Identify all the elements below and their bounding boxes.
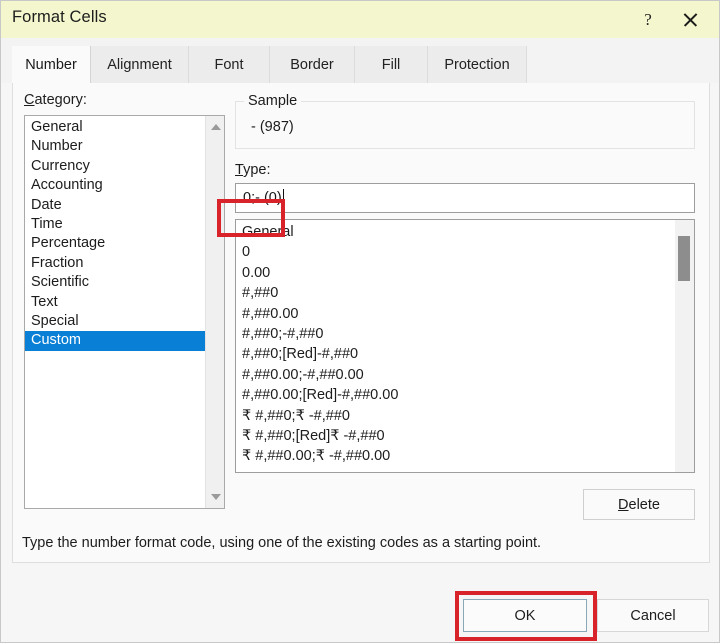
- category-item-text[interactable]: Text: [25, 293, 205, 312]
- type-label-accel: T: [235, 162, 243, 178]
- tab-label: Alignment: [107, 57, 171, 73]
- hint-text: Type the number format code, using one o…: [22, 535, 541, 551]
- tab-list: Number Alignment Font Border Fill Protec…: [12, 46, 527, 83]
- type-item-general[interactable]: General: [236, 222, 666, 242]
- type-item-neg-dash[interactable]: #,##0;-#,##0: [236, 324, 666, 344]
- ok-button-label: OK: [515, 608, 536, 624]
- category-label: Category:: [24, 92, 87, 108]
- close-icon: [682, 11, 699, 28]
- type-input-value-wrap: 0;- (0): [243, 189, 284, 206]
- tab-protection[interactable]: Protection: [428, 46, 527, 83]
- title-bar: Format Cells ?: [1, 1, 720, 39]
- dialog-title: Format Cells: [12, 8, 107, 27]
- tab-label: Protection: [444, 57, 509, 73]
- category-item-number[interactable]: Number: [25, 137, 205, 156]
- type-label: Type:: [235, 162, 270, 178]
- type-item-neg-red[interactable]: #,##0;[Red]-#,##0: [236, 344, 666, 364]
- category-item-custom[interactable]: Custom: [25, 331, 205, 350]
- triangle-down-icon: [211, 494, 221, 500]
- tab-label: Font: [214, 57, 243, 73]
- tab-label: Number: [25, 57, 77, 73]
- category-label-accel: C: [24, 92, 34, 108]
- sample-value: - (987): [251, 119, 294, 135]
- ok-button[interactable]: OK: [463, 599, 587, 632]
- type-item-currency-red[interactable]: ₹ #,##0;[Red]₹ -#,##0: [236, 426, 666, 446]
- category-list: General Number Currency Accounting Date …: [25, 118, 205, 351]
- type-item-thousand-2dp[interactable]: #,##0.00: [236, 304, 666, 324]
- delete-button[interactable]: Delete: [583, 489, 695, 520]
- type-list: General 0 0.00 #,##0 #,##0.00 #,##0;-#,#…: [236, 222, 666, 467]
- scroll-up-button[interactable]: [206, 118, 225, 136]
- delete-accel: D: [618, 497, 628, 513]
- category-item-scientific[interactable]: Scientific: [25, 273, 205, 292]
- category-item-time[interactable]: Time: [25, 215, 205, 234]
- delete-button-label: Delete: [618, 497, 660, 513]
- type-item-neg-dash-2dp[interactable]: #,##0.00;-#,##0.00: [236, 365, 666, 385]
- scroll-down-button[interactable]: [206, 488, 225, 506]
- text-caret: [283, 189, 284, 204]
- type-item-thousand[interactable]: #,##0: [236, 283, 666, 303]
- category-item-percentage[interactable]: Percentage: [25, 234, 205, 253]
- type-item-currency-2dp[interactable]: ₹ #,##0.00;₹ -#,##0.00: [236, 446, 666, 466]
- category-item-fraction[interactable]: Fraction: [25, 254, 205, 273]
- help-button[interactable]: ?: [627, 1, 669, 38]
- tab-border[interactable]: Border: [270, 46, 355, 83]
- category-listbox[interactable]: General Number Currency Accounting Date …: [24, 115, 225, 509]
- type-listbox[interactable]: General 0 0.00 #,##0 #,##0.00 #,##0;-#,#…: [235, 219, 695, 473]
- type-list-scroll-thumb[interactable]: [678, 236, 690, 281]
- category-item-date[interactable]: Date: [25, 196, 205, 215]
- type-item-neg-red-2dp[interactable]: #,##0.00;[Red]-#,##0.00: [236, 385, 666, 405]
- close-button[interactable]: [669, 1, 711, 38]
- category-item-accounting[interactable]: Accounting: [25, 176, 205, 195]
- category-scrollbar[interactable]: [205, 116, 224, 508]
- type-item-0-00[interactable]: 0.00: [236, 263, 666, 283]
- number-tab-panel: Category: General Number Currency Accoun…: [12, 83, 710, 563]
- type-input[interactable]: 0;- (0): [235, 183, 695, 213]
- type-item-0[interactable]: 0: [236, 242, 666, 262]
- format-cells-dialog: Format Cells ? Number Alignment Font Bor…: [0, 0, 720, 643]
- cancel-button[interactable]: Cancel: [597, 599, 709, 632]
- type-item-currency[interactable]: ₹ #,##0;₹ -#,##0: [236, 406, 666, 426]
- tab-label: Border: [290, 57, 334, 73]
- tab-fill[interactable]: Fill: [355, 46, 428, 83]
- category-label-rest: ategory:: [34, 92, 86, 108]
- tab-label: Fill: [382, 57, 401, 73]
- type-label-rest: ype:: [243, 162, 270, 178]
- category-item-special[interactable]: Special: [25, 312, 205, 331]
- tab-strip: Number Alignment Font Border Fill Protec…: [1, 38, 720, 83]
- question-mark-icon: ?: [644, 11, 652, 28]
- tab-number[interactable]: Number: [12, 46, 91, 83]
- category-item-general[interactable]: General: [25, 118, 205, 137]
- type-list-scrollbar[interactable]: [675, 220, 694, 472]
- cancel-button-label: Cancel: [630, 608, 675, 624]
- tab-alignment[interactable]: Alignment: [91, 46, 189, 83]
- tab-font[interactable]: Font: [189, 46, 270, 83]
- triangle-up-icon: [211, 124, 221, 130]
- type-input-value: 0;- (0): [243, 190, 282, 206]
- delete-rest: elete: [629, 497, 660, 513]
- sample-group: [235, 101, 695, 149]
- sample-legend: Sample: [244, 93, 301, 109]
- category-item-currency[interactable]: Currency: [25, 157, 205, 176]
